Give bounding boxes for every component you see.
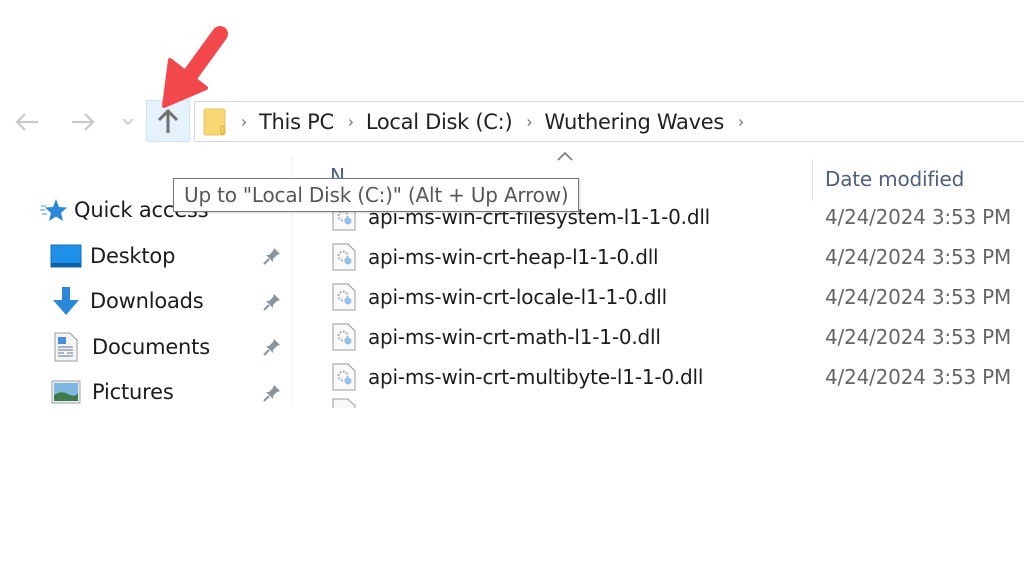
breadcrumb-wuthering-waves[interactable]: Wuthering Waves	[544, 110, 724, 134]
dll-file-icon	[332, 363, 356, 391]
pin-icon[interactable]	[262, 292, 282, 312]
file-row[interactable]: api-ms-win-crt-locale-l1-1-0.dll 4/24/20…	[330, 277, 1024, 317]
breadcrumb-local-disk[interactable]: Local Disk (C:)	[366, 110, 513, 134]
sidebar-item-label: Pictures	[92, 380, 174, 404]
file-date-modified: 4/24/2024 3:53 PM	[825, 365, 1012, 389]
sidebar-item-label: Desktop	[90, 244, 176, 268]
annotation-arrow-icon	[162, 26, 228, 108]
file-name: api-ms-win-crt-locale-l1-1-0.dll	[368, 285, 667, 309]
sidebar-item-label: Downloads	[90, 289, 204, 313]
breadcrumb-separator[interactable]: ›	[738, 112, 744, 132]
breadcrumb-separator[interactable]: ›	[526, 112, 532, 132]
chevron-down-icon	[122, 118, 134, 126]
file-icon	[332, 398, 356, 408]
back-button[interactable]	[10, 104, 44, 140]
pin-icon[interactable]	[262, 246, 282, 266]
arrow-left-icon	[15, 113, 38, 131]
sidebar-item-label: Documents	[92, 335, 210, 359]
file-date-modified: 4/24/2024 3:53 PM	[825, 285, 1012, 309]
sort-ascending-icon	[557, 151, 573, 161]
dll-file-icon	[332, 323, 356, 351]
sidebar-item-downloads[interactable]: Downloads	[50, 283, 204, 319]
file-name: api-ms-win-crt-heap-l1-1-0.dll	[368, 245, 659, 269]
desktop-icon	[50, 244, 82, 268]
file-date-modified: 4/24/2024 3:53 PM	[825, 245, 1012, 269]
breadcrumb-separator[interactable]: ›	[348, 112, 354, 132]
address-bar[interactable]: › This PC › Local Disk (C:) › Wuthering …	[194, 101, 1024, 142]
downloads-icon	[53, 287, 79, 315]
sidebar-item-pictures[interactable]: Pictures	[51, 374, 174, 410]
file-row[interactable]: api-ms-win-crt-math-l1-1-0.dll 4/24/2024…	[330, 317, 1024, 357]
file-row[interactable]: api-ms-win-crt-heap-l1-1-0.dll 4/24/2024…	[330, 237, 1024, 277]
pin-icon[interactable]	[262, 337, 282, 357]
arrow-right-icon	[72, 113, 95, 131]
file-name: api-ms-win-crt-math-l1-1-0.dll	[368, 325, 661, 349]
dll-file-icon	[332, 243, 356, 271]
quick-access-star-icon	[40, 199, 67, 221]
sidebar-item-desktop[interactable]: Desktop	[50, 238, 175, 274]
sidebar-item-documents[interactable]: Documents	[54, 329, 210, 365]
file-row[interactable]: api-ms-win-crt-multibyte-l1-1-0.dll 4/24…	[330, 357, 1024, 397]
pictures-icon	[51, 380, 81, 404]
column-divider[interactable]	[812, 158, 813, 202]
dll-file-icon	[332, 283, 356, 311]
recent-locations-button[interactable]	[118, 104, 138, 140]
breadcrumb-separator: ›	[241, 111, 247, 132]
up-button-tooltip: Up to "Local Disk (C:)" (Alt + Up Arrow)	[173, 178, 580, 212]
pin-icon[interactable]	[262, 383, 282, 403]
file-name: api-ms-win-crt-multibyte-l1-1-0.dll	[368, 365, 704, 389]
forward-button[interactable]	[66, 104, 100, 140]
file-date-modified: 4/24/2024 3:53 PM	[825, 325, 1012, 349]
documents-icon	[54, 332, 78, 362]
file-date-modified: 4/24/2024 3:53 PM	[825, 205, 1012, 229]
column-header-date-modified[interactable]: Date modified	[825, 167, 964, 191]
file-row-partial[interactable]	[332, 398, 356, 408]
breadcrumb-this-pc[interactable]: This PC	[259, 110, 334, 134]
